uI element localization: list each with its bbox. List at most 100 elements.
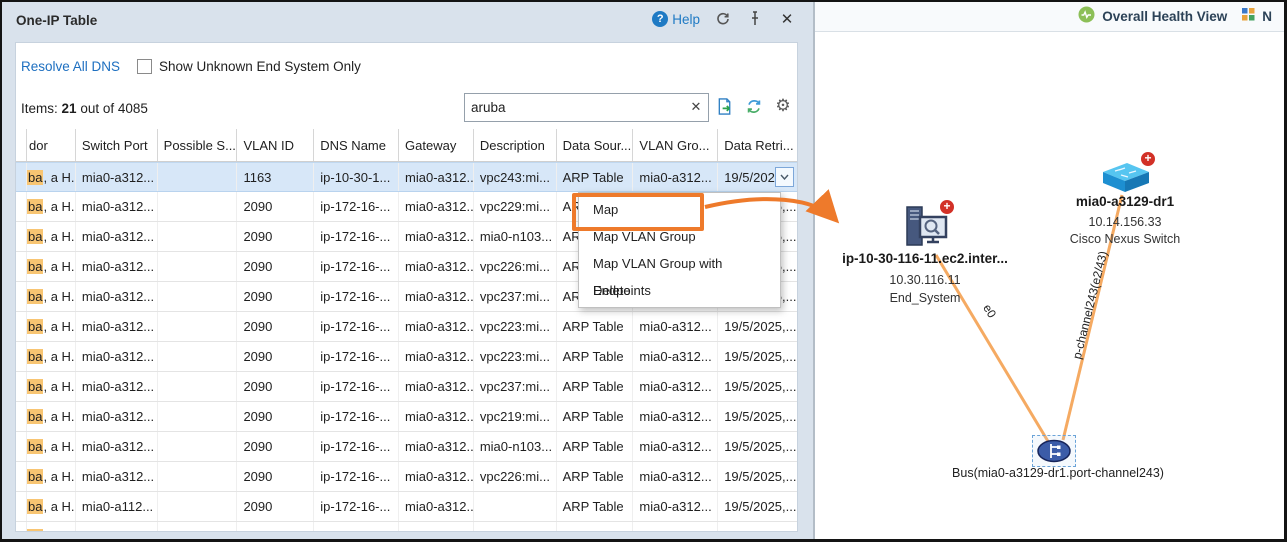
switch-type: Cisco Nexus Switch	[1069, 232, 1181, 246]
context-menu-item-delete[interactable]: Delete	[579, 277, 780, 304]
data-source-cell: ARP Table	[557, 462, 634, 491]
vlan-id-cell: 2090	[237, 312, 315, 341]
gutter-cell	[16, 282, 27, 311]
data-retrieved-cell: 19/5/2025,...	[718, 462, 797, 491]
end-system-node[interactable]: +	[903, 199, 955, 251]
vendor-cell: ba, a H...	[27, 192, 76, 221]
table-row[interactable]: ba, a H...mia0-a312...2090ip-172-16-...m…	[16, 522, 797, 531]
vlan-id-cell: 2090	[237, 522, 315, 531]
refresh-window-icon[interactable]	[714, 10, 732, 28]
export-icon[interactable]	[716, 97, 734, 115]
refresh-table-icon[interactable]	[745, 97, 763, 115]
help-label: Help	[672, 11, 700, 27]
gutter-cell	[16, 372, 27, 401]
end-system-alert-badge: +	[939, 199, 955, 215]
column-header-gateway[interactable]: Gateway	[399, 129, 474, 161]
possible-cell	[158, 312, 238, 341]
switch-port-cell: mia0-a112...	[76, 492, 158, 521]
dns-name-cell: ip-172-16-...	[314, 312, 400, 341]
description-cell: vpc243:mi...	[474, 163, 557, 191]
column-header-dor[interactable]: dor	[27, 129, 76, 161]
data-retrieved-cell: 19/5/2025,...	[718, 312, 797, 341]
context-menu-item-map-vlan-group[interactable]: Map VLAN Group	[579, 223, 780, 250]
end-system-name: ip-10-30-116-11.ec2.inter...	[842, 251, 1008, 266]
column-header-possible-s[interactable]: Possible S...	[158, 129, 238, 161]
column-header-switch-port[interactable]: Switch Port	[76, 129, 158, 161]
description-cell: vpc237:mi...	[474, 372, 557, 401]
switch-port-cell: mia0-a312...	[76, 252, 158, 281]
search-input[interactable]	[465, 100, 684, 115]
context-menu-item-map[interactable]: Map	[579, 196, 780, 223]
vlan-group-cell: mia0-a312...	[633, 432, 719, 461]
vendor-cell: ba, a H...	[27, 342, 76, 371]
search-match-highlight: ba	[27, 289, 44, 304]
gateway-cell: mia0-a312...	[399, 252, 474, 281]
grid-view-icon[interactable]	[1242, 7, 1255, 26]
switch-ip: 10.14.156.33	[1088, 215, 1162, 229]
column-header-data-retri[interactable]: Data Retri...	[718, 129, 797, 161]
table-row[interactable]: ba, a H...mia0-a312...2090ip-172-16-...m…	[16, 432, 797, 462]
column-header-vlan-id[interactable]: VLAN ID	[237, 129, 315, 161]
vendor-cell: ba, a H...	[27, 252, 76, 281]
resolve-all-dns-link[interactable]: Resolve All DNS	[21, 59, 120, 74]
vendor-cell: ba, a H...	[27, 282, 76, 311]
settings-gear-icon[interactable]: ⚙	[774, 96, 792, 116]
switch-node[interactable]: +	[1097, 151, 1156, 195]
map-view-panel: Overall Health View N e0 p-channel243(e2…	[813, 2, 1284, 539]
show-unknown-checkbox[interactable]	[137, 59, 152, 74]
switch-port-cell: mia0-a312...	[76, 432, 158, 461]
gateway-cell: mia0-a312...	[399, 222, 474, 251]
dns-name-cell: ip-172-16-...	[314, 462, 400, 491]
vlan-id-cell: 2090	[237, 192, 315, 221]
column-header-description[interactable]: Description	[474, 129, 557, 161]
possible-cell	[158, 372, 238, 401]
bus-icon	[1037, 439, 1071, 463]
close-icon[interactable]: ✕	[778, 10, 796, 28]
vendor-cell: ba, a H...	[27, 432, 76, 461]
table-row[interactable]: ba, a H...mia0-a112...2090ip-172-16-...m…	[16, 492, 797, 522]
context-menu-item-map-vlan-group-with-endpoints[interactable]: Map VLAN Group with Endpoints	[579, 250, 780, 298]
help-button[interactable]: ? Help	[652, 11, 700, 27]
health-view-bar: Overall Health View N	[815, 2, 1284, 32]
vlan-id-cell: 2090	[237, 222, 315, 251]
bus-node[interactable]	[1036, 439, 1072, 463]
next-view-partial-label[interactable]: N	[1262, 9, 1272, 24]
pin-icon[interactable]	[746, 10, 764, 28]
vlan-id-cell: 2090	[237, 252, 315, 281]
possible-cell	[158, 222, 238, 251]
switch-port-cell: mia0-a312...	[76, 522, 158, 531]
vlan-id-cell: 2090	[237, 462, 315, 491]
dns-name-cell: ip-172-16-...	[314, 522, 400, 531]
vendor-cell: ba, a H...	[27, 312, 76, 341]
table-row[interactable]: ba, a H...mia0-a312...2090ip-172-16-...m…	[16, 402, 797, 432]
gutter-cell	[16, 163, 27, 191]
vlan-id-cell: 2090	[237, 492, 315, 521]
description-cell: vpc226:mi...	[474, 252, 557, 281]
table-row[interactable]: ba, a H...mia0-a312...1163ip-10-30-1...m…	[16, 162, 797, 192]
vendor-cell: ba, a H...	[27, 462, 76, 491]
search-match-highlight: ba	[27, 439, 44, 454]
dns-name-cell: ip-172-16-...	[314, 402, 400, 431]
possible-cell	[158, 402, 238, 431]
data-source-cell: ARP Table	[557, 372, 634, 401]
data-retrieved-cell: 19/5/2025,...	[718, 492, 797, 521]
table-row[interactable]: ba, a H...mia0-a312...2090ip-172-16-...m…	[16, 312, 797, 342]
switch-name: mia0-a3129-dr1	[1075, 194, 1175, 209]
topology-canvas: e0 p-channel243(e2/43) + ip-10-30-116-11…	[815, 32, 1284, 539]
column-header-data-sour[interactable]: Data Sour...	[557, 129, 634, 161]
date-dropdown-button[interactable]	[775, 167, 794, 187]
health-view-title[interactable]: Overall Health View	[1102, 9, 1227, 24]
clear-search-icon[interactable]: ✕	[684, 100, 708, 115]
switch-port-cell: mia0-a312...	[76, 312, 158, 341]
search-match-highlight: ba	[27, 229, 44, 244]
description-cell: vpc229:mi...	[474, 192, 557, 221]
bus-label: Bus(mia0-a3129-dr1.port-channel243)	[952, 466, 1164, 480]
table-row[interactable]: ba, a H...mia0-a312...2090ip-172-16-...m…	[16, 462, 797, 492]
items-total: out of 4085	[80, 101, 148, 116]
switch-port-cell: mia0-a312...	[76, 222, 158, 251]
table-row[interactable]: ba, a H...mia0-a312...2090ip-172-16-...m…	[16, 342, 797, 372]
column-header-vlan-gro[interactable]: VLAN Gro...	[633, 129, 719, 161]
table-row[interactable]: ba, a H...mia0-a312...2090ip-172-16-...m…	[16, 372, 797, 402]
column-header-dns-name[interactable]: DNS Name	[314, 129, 400, 161]
possible-cell	[158, 462, 238, 491]
